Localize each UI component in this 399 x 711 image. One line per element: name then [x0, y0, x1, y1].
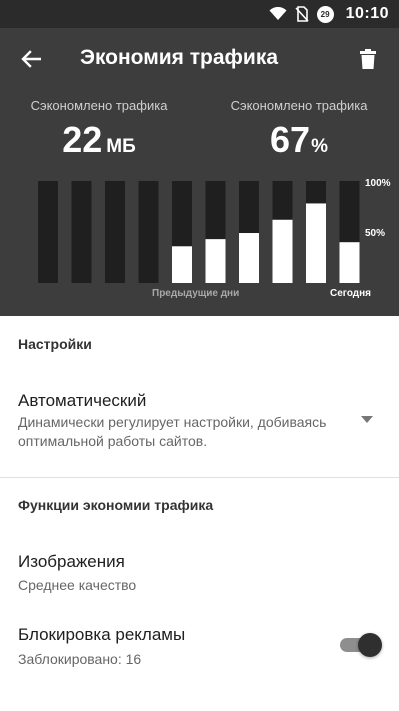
images-subtitle: Среднее качество: [18, 577, 137, 593]
bar: [172, 246, 192, 283]
saved-percent-stat: Сэкономлено трафика 67%: [214, 98, 384, 161]
y-tick-label: 100%: [365, 178, 391, 189]
bar: [272, 219, 293, 283]
saved-data-value: 22 МБ: [14, 119, 184, 161]
bar: [205, 239, 226, 283]
saved-data-label: Сэкономлено трафика: [30, 98, 168, 113]
x-label-previous-days: Предыдущие дни: [152, 288, 239, 299]
saved-percent-number: 67: [270, 119, 311, 160]
divider: [0, 477, 399, 478]
mode-title: Автоматический: [18, 391, 147, 410]
ad-block-toggle[interactable]: [340, 632, 382, 658]
bar: [306, 203, 326, 283]
saved-data-unit: МБ: [106, 136, 136, 157]
status-time: 10:10: [345, 5, 389, 22]
wifi-icon: [269, 7, 287, 21]
bar-track: [105, 181, 125, 283]
ad-block-title: Блокировка рекламы: [18, 625, 186, 644]
saved-percent-value: 67%: [214, 119, 384, 161]
x-label-today: Сегодня: [330, 288, 371, 299]
bar: [239, 233, 259, 283]
bar-track: [138, 181, 159, 283]
toolbar: Экономия трафика: [0, 28, 399, 90]
saved-data-stat: Сэкономлено трафика 22 МБ: [14, 98, 184, 161]
no-sim-icon: [294, 6, 309, 22]
savings-bar-chart: 100% 50% Предыдущие дни Сегодня: [0, 178, 399, 308]
page-title: Экономия трафика: [80, 46, 279, 69]
bar: [339, 242, 360, 283]
saved-percent-unit: %: [311, 136, 328, 157]
features-section-title: Функции экономии трафика: [18, 497, 214, 513]
ad-block-subtitle: Заблокировано: 16: [18, 651, 142, 667]
data-saver-header: Экономия трафика Сэкономлено трафика 22 М…: [0, 28, 399, 316]
back-button[interactable]: [12, 40, 50, 78]
trash-icon: [360, 49, 376, 69]
settings-section-title: Настройки: [18, 336, 92, 352]
dropdown-arrow[interactable]: [357, 412, 377, 426]
chevron-down-icon: [361, 415, 373, 423]
toggle-thumb: [358, 633, 382, 657]
bar-track: [71, 181, 92, 283]
y-tick-label: 50%: [365, 228, 385, 239]
chart-svg: 100% 50% Предыдущие дни Сегодня: [38, 178, 391, 299]
bar-track: [38, 181, 58, 283]
arrow-left-icon: [21, 50, 41, 68]
mode-subtitle: Динамически регулирует настройки, добива…: [18, 414, 327, 449]
saved-percent-label: Сэкономлено трафика: [230, 98, 368, 113]
battery-icon: 29: [316, 5, 334, 23]
status-bar: 29 10:10: [0, 0, 399, 28]
saved-data-number: 22: [62, 119, 103, 160]
images-title: Изображения: [18, 552, 125, 571]
delete-button[interactable]: [349, 40, 387, 78]
